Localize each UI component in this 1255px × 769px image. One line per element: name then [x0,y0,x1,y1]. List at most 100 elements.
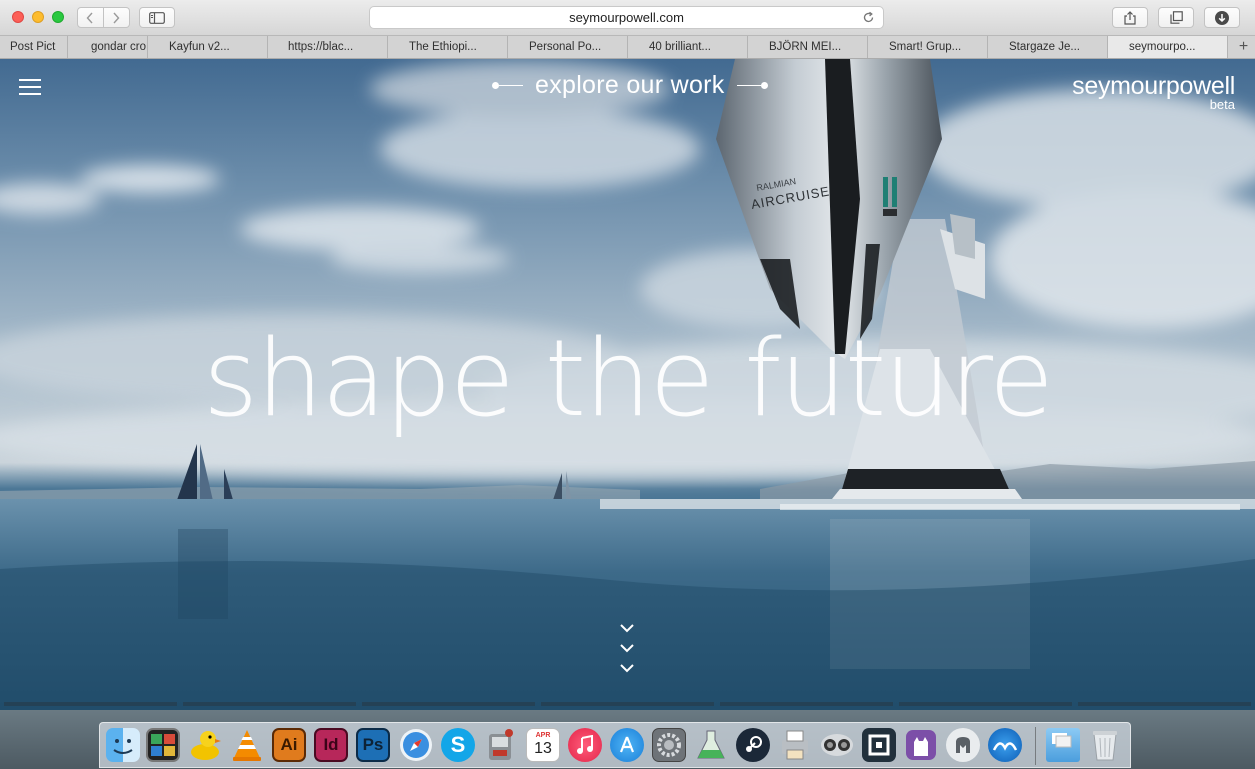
tab-label: Stargaze Je... [1009,41,1080,53]
explore-link-text: explore our work [535,70,725,99]
automator-icon[interactable] [483,728,517,762]
section-indicator[interactable] [1078,702,1251,706]
section-indicator[interactable] [720,702,893,706]
tab-8[interactable]: Smart! Grup... [868,36,988,58]
sidebar-icon [149,11,165,24]
brand-logo[interactable]: seymourpowell beta [1072,73,1235,111]
tab-1[interactable]: gondar cro [68,36,148,58]
left-line-divider [499,84,523,86]
tab-label: Post Pict [10,41,56,53]
photoshop-label: Ps [362,735,384,754]
maximize-window-button[interactable] [52,11,64,23]
printer-app-icon[interactable] [778,728,812,762]
explore-our-work-link[interactable]: explore our work [492,69,768,101]
photo-booth-icon[interactable] [146,728,180,762]
skype-icon[interactable]: S [441,728,475,762]
dock-separator [1035,727,1036,765]
tab-4[interactable]: The Ethiopi... [388,36,508,58]
camtwist-icon[interactable] [820,728,854,762]
vlc-icon[interactable] [230,728,264,762]
tab-label: https://blac... [288,41,354,53]
tab-10-active[interactable]: seymourpo... [1108,36,1228,58]
left-dot-icon [492,81,499,89]
tab-6[interactable]: 40 brilliant... [628,36,748,58]
tab-overview-button[interactable] [1158,7,1194,28]
brand-beta-label: beta [1209,97,1235,112]
photoshop-icon[interactable]: Ps [356,728,390,762]
github-icon[interactable] [904,728,938,762]
flask-app-icon[interactable] [694,728,728,762]
menu-bar [19,93,41,95]
tab-label: Kayfun v2... [169,41,230,53]
menu-bar [19,79,41,81]
tab-label: The Ethiopi... [409,41,477,53]
cyberduck-icon[interactable] [188,728,222,762]
chevron-down-icon [620,624,634,673]
section-indicator[interactable] [899,702,1072,706]
plus-icon: + [1238,38,1249,55]
indesign-label: Id [323,735,339,754]
hamburger-menu-button[interactable] [19,79,41,95]
tab-label: Smart! Grup... [889,41,962,53]
menu-bar [19,86,41,88]
tab-bar: Post Pict gondar cro Kayfun v2... https:… [0,36,1255,59]
tabs-icon [1169,11,1183,24]
back-button[interactable] [77,7,104,28]
calendar-icon[interactable]: APR 13 [526,728,560,762]
close-window-button[interactable] [12,11,24,23]
tab-3[interactable]: https://blac... [268,36,388,58]
itunes-icon[interactable] [568,728,602,762]
tab-9[interactable]: Stargaze Je... [988,36,1108,58]
brand-name: seymourpowell [1072,72,1235,100]
hero-section: RALMIAN AIRCRUISE explore our work seymo… [0,59,1255,710]
scroll-down-button[interactable] [617,620,637,681]
section-indicator[interactable] [362,702,535,706]
section-indicator[interactable] [541,702,714,706]
tab-0[interactable]: Post Pict [0,36,68,58]
tab-7[interactable]: BJÖRN MEI... [748,36,868,58]
hero-headline: shape the future [203,317,1054,440]
right-line-divider [736,84,761,86]
calendar-month: APR [535,732,551,739]
skype-label: S [450,732,466,757]
steam-icon[interactable] [736,728,770,762]
navigation-buttons [77,7,130,28]
square-app-icon[interactable] [862,728,896,762]
right-dot-icon [760,81,768,89]
calendar-day: 13 [534,740,552,757]
evernote-icon[interactable] [946,728,980,762]
tab-label: Personal Po... [529,41,602,53]
trash-icon[interactable] [1088,728,1122,762]
section-indicator-bar [4,702,1251,706]
illustrator-label: Ai [280,735,298,754]
browser-toolbar: seymourpowell.com [0,0,1255,36]
section-indicator[interactable] [183,702,356,706]
chevron-right-icon [113,12,120,23]
system-preferences-icon[interactable] [652,728,686,762]
downloads-button[interactable] [1204,7,1240,28]
tab-label: 40 brilliant... [649,41,712,53]
openoffice-icon[interactable] [988,728,1022,762]
forward-button[interactable] [103,7,130,28]
tab-label: seymourpo... [1129,41,1196,53]
finder-icon[interactable] [106,728,140,762]
illustrator-icon[interactable]: Ai [272,728,306,762]
address-url: seymourpowell.com [569,10,684,25]
safari-icon[interactable] [399,728,433,762]
downloads-folder-icon[interactable] [1046,728,1080,762]
section-indicator[interactable] [4,702,177,706]
share-button[interactable] [1112,7,1148,28]
indesign-icon[interactable]: Id [314,728,348,762]
new-tab-button[interactable]: + [1232,36,1255,58]
sidebar-button[interactable] [139,7,175,28]
minimize-window-button[interactable] [32,11,44,23]
reload-icon[interactable] [862,7,875,30]
app-store-icon[interactable] [610,728,644,762]
chevron-left-icon [86,12,93,23]
tab-label: gondar cro [91,41,146,53]
tab-2[interactable]: Kayfun v2... [148,36,268,58]
tab-5[interactable]: Personal Po... [508,36,628,58]
download-icon [1215,10,1229,25]
share-icon [1124,10,1136,25]
address-bar[interactable]: seymourpowell.com [369,6,884,29]
